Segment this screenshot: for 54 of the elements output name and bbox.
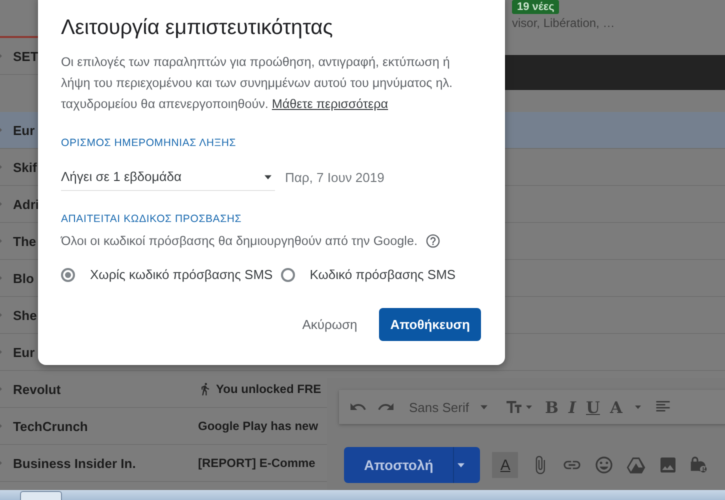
radio-button[interactable] xyxy=(280,268,295,282)
section-heading: ΟΡΙΣΜΟΣ ΗΜΕΡΟΜΗΝΙΑΣ ΛΗΞΗΣ xyxy=(61,137,238,149)
text-color-button[interactable]: A xyxy=(492,452,518,478)
email-subject: [REPORT] E-Comme xyxy=(198,456,316,470)
new-count-badge: 19 νέες xyxy=(512,0,560,14)
email-sender: The xyxy=(13,234,36,248)
email-sender: Adri xyxy=(13,196,39,212)
text-size-icon xyxy=(504,398,523,416)
format-button[interactable]: U xyxy=(586,398,600,416)
section-heading: ΑΠΑΙΤΕΙΤΑΙ ΚΩΔΙΚΟΣ ΠΡΟΣΒΑΣΗΣ xyxy=(61,213,243,225)
dialog-title: Λειτουργία εμπιστευτικότητας xyxy=(61,16,334,40)
expiry-date: Παρ, 7 Ιουν 2019 xyxy=(285,170,384,184)
email-sender: Business Insider In. xyxy=(13,456,136,470)
drag-handle-icon xyxy=(0,460,4,466)
taskbar-button[interactable] xyxy=(20,491,62,500)
learn-more-link[interactable]: Μάθετε περισσότερα xyxy=(272,97,388,111)
email-snippet: visor, Libération, … xyxy=(512,16,615,30)
drag-handle-icon xyxy=(0,53,4,59)
email-subject: You unlocked FRE xyxy=(216,382,322,396)
email-sender: Blo xyxy=(13,270,34,286)
drag-handle-icon xyxy=(0,423,4,429)
send-button[interactable]: Αποστολή xyxy=(344,447,454,483)
email-sender: Revolut xyxy=(13,382,61,396)
drag-handle-icon xyxy=(0,275,4,281)
email-sender: Skif xyxy=(13,160,37,174)
radio-label[interactable]: Χωρίς κωδικό πρόσβασης SMS xyxy=(90,267,273,282)
image-icon[interactable] xyxy=(658,455,678,475)
radio-button[interactable] xyxy=(61,268,75,282)
drag-handle-icon xyxy=(0,201,4,207)
smiley-icon[interactable] xyxy=(594,455,614,475)
expiry-dropdown[interactable]: Λήγει σε 1 εβδομάδα xyxy=(61,163,275,191)
drag-handle-icon xyxy=(0,386,4,392)
email-sender: She xyxy=(13,308,37,322)
radio-label[interactable]: Κωδικό πρόσβασης SMS xyxy=(310,267,456,282)
dialog-description: Οι επιλογές των παραληπτών για προώθηση, αντιγραφή, εκτύπωση ή λήψη του περιεχομένου και των συνημμένων αυτού του μηνύματος ηλ. ταχυδρομείου θα απενεργοποιηθούν. Μάθετε περισσότερα xyxy=(61,54,454,113)
drag-handle-icon xyxy=(0,349,4,355)
format-button[interactable]: B xyxy=(544,398,559,416)
email-sender: Eur xyxy=(13,122,35,138)
save-button[interactable]: Αποθήκευση xyxy=(379,308,481,341)
format-button[interactable]: I xyxy=(568,398,576,416)
email-sender: Eur xyxy=(13,344,35,360)
font-size-button[interactable] xyxy=(504,398,535,416)
drag-handle-icon xyxy=(0,127,4,133)
email-sender: SET xyxy=(13,48,38,64)
drag-handle-icon xyxy=(0,238,4,244)
email-subject: Google Play has new xyxy=(198,419,318,433)
format-button[interactable]: A xyxy=(610,398,622,416)
drag-handle-icon xyxy=(0,164,4,170)
cancel-button[interactable]: Ακύρωση xyxy=(302,309,358,340)
email-sender: TechCrunch xyxy=(13,418,88,434)
font-dropdown[interactable]: Sans Serif xyxy=(405,400,495,414)
passcode-note: Όλοι οι κωδικοί πρόσβασης θα δημιουργηθούν από την Google. xyxy=(61,234,418,248)
help-icon[interactable] xyxy=(425,233,442,249)
drag-handle-icon xyxy=(0,312,4,318)
